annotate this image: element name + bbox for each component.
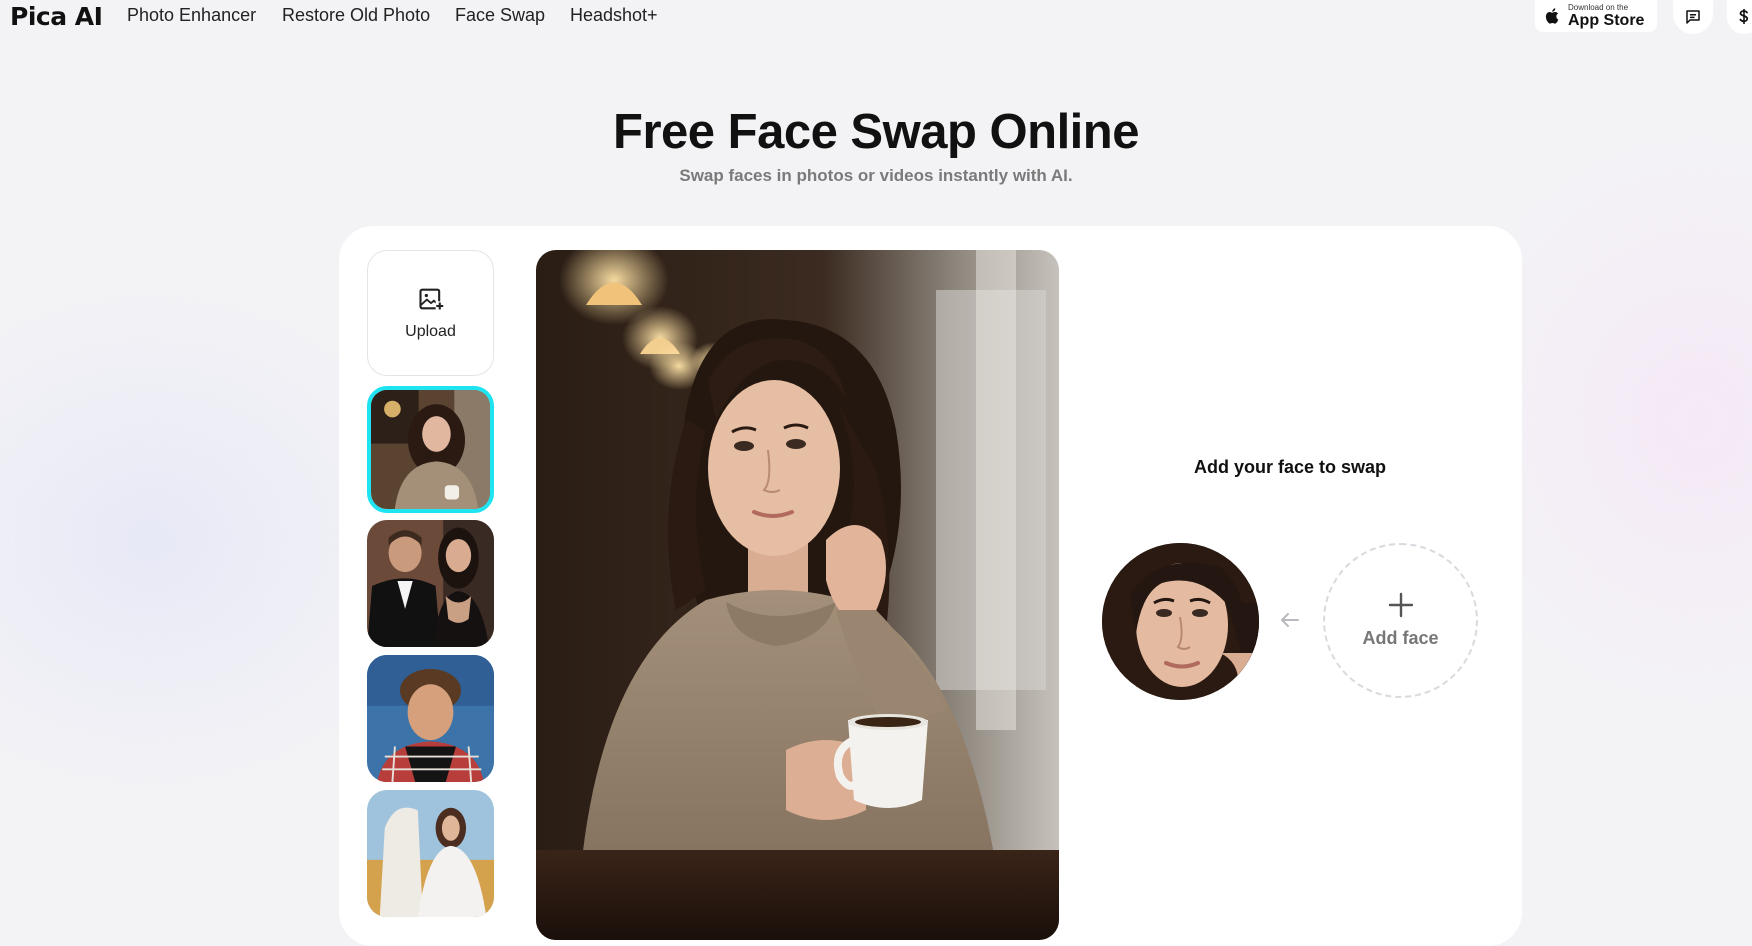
- apple-icon: [1545, 8, 1559, 24]
- couple-thumbnail-image: [367, 520, 494, 647]
- app-store-button[interactable]: Download on the App Store: [1535, 0, 1657, 32]
- image-upload-icon: [418, 288, 444, 310]
- page-subtitle: Swap faces in photos or videos instantly…: [679, 166, 1073, 185]
- nav-photo-enhancer[interactable]: Photo Enhancer: [127, 5, 256, 26]
- arrow-left-icon: [1281, 613, 1299, 627]
- pica-ai-logo[interactable]: Pica AI: [10, 2, 103, 31]
- message-button[interactable]: [1673, 0, 1713, 34]
- app-store-caption: Download on the: [1568, 2, 1629, 12]
- top-navigation: Pica AI Photo Enhancer Restore Old Photo…: [0, 0, 1752, 34]
- message-icon: [1686, 10, 1700, 24]
- sample-thumbnail-couple[interactable]: [367, 520, 494, 647]
- nav-face-swap[interactable]: Face Swap: [455, 5, 545, 26]
- page-title: Free Face Swap Online: [613, 105, 1139, 159]
- teen-boy-thumbnail-image: [367, 655, 494, 782]
- nav-restore-old-photo[interactable]: Restore Old Photo: [282, 5, 430, 26]
- currency-icon: [1739, 9, 1749, 24]
- nav-headshot-plus[interactable]: Headshot+: [570, 5, 658, 26]
- add-face-label: Add face: [1362, 628, 1439, 648]
- woman-in-cafe-photo: [536, 250, 1059, 940]
- currency-button[interactable]: [1727, 0, 1752, 34]
- detected-face-image: [1102, 543, 1259, 700]
- woman-horse-thumbnail-image: [367, 790, 494, 917]
- plus-icon: [1388, 592, 1413, 618]
- sample-thumbnail-teen-boy[interactable]: [367, 655, 494, 782]
- main-preview-image: [536, 250, 1059, 940]
- woman-cafe-thumbnail-image: [371, 390, 490, 509]
- upload-button[interactable]: Upload: [367, 250, 494, 376]
- swap-panel-title: Add your face to swap: [1193, 457, 1387, 477]
- upload-label: Upload: [405, 323, 456, 340]
- add-face-button[interactable]: Add face: [1323, 543, 1478, 698]
- sample-thumbnail-woman-cafe[interactable]: [367, 386, 494, 513]
- detected-face-thumbnail[interactable]: [1102, 543, 1259, 700]
- sample-thumbnail-woman-horse[interactable]: [367, 790, 494, 917]
- app-store-label: App Store: [1568, 11, 1645, 29]
